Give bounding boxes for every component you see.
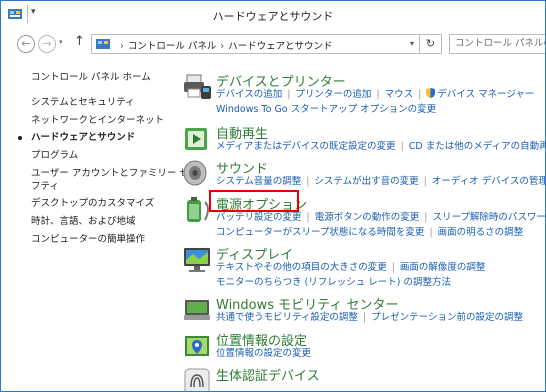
mouse-link[interactable]: マウス [385, 89, 414, 100]
sidebar-item-network[interactable]: ネットワークとインターネット [31, 114, 164, 127]
add-device-link[interactable]: デバイスの追加 [216, 89, 282, 100]
speaker-icon[interactable] [181, 158, 213, 190]
change-system-sounds-link[interactable]: システムが出す音の変更 [314, 176, 418, 187]
address-bar[interactable]: › コントロール パネル › ハードウェアとサウンド ▾ [91, 34, 420, 54]
control-panel-window: ▾ ハードウェアとサウンド ← → ▾ ↑ › コントロール パネル › ハードウェア… [0, 0, 546, 392]
monitor-icon[interactable] [181, 244, 213, 276]
address-dropdown-icon[interactable]: ▾ [410, 39, 414, 48]
sidebar-item-desktop[interactable]: デスクトップのカスタマイズ [31, 197, 154, 210]
wake-password-link[interactable]: スリープ解除時のパスワードの要求 [432, 212, 545, 223]
search-input[interactable]: コントロール パネルの検索 [449, 34, 545, 54]
device-manager-link[interactable]: デバイス マネージャー [437, 89, 534, 100]
mobility-center-icon[interactable] [181, 294, 213, 326]
change-location-settings-link[interactable]: 位置情報の設定の変更 [216, 348, 311, 359]
breadcrumb: › コントロール パネル › ハードウェアとサウンド [116, 38, 332, 52]
sleep-time-link[interactable]: コンピューターがスリープ状態になる時間を変更 [216, 227, 424, 238]
mobility-links: 共通で使うモビリティ設定の調整 | プレゼンテーション前の設定の調整 [216, 312, 523, 323]
sound-links: システム音量の調整 | システムが出す音の変更 | オーディオ デバイスの管理 [216, 176, 546, 187]
devices-links: デバイスの追加 | プリンターの追加 | マウス | デバイス マネージャー Windows… [216, 88, 535, 115]
manage-audio-devices-link[interactable]: オーディオ デバイスの管理 [432, 176, 545, 187]
breadcrumb-hardware-sound[interactable]: ハードウェアとサウンド [228, 41, 332, 52]
navigation-bar: ← → ▾ ↑ › コントロール パネル › ハードウェアとサウンド ▾ ↻ コントロ… [1, 29, 545, 59]
power-button-link[interactable]: 電源ボタンの動作の変更 [315, 212, 420, 223]
sidebar-item-system-security[interactable]: システムとセキュリティ [31, 96, 135, 109]
location-links: 位置情報の設定の変更 [216, 347, 545, 362]
sidebar-item-home[interactable]: コントロール パネル ホーム [31, 69, 151, 83]
cd-autoplay-link[interactable]: CD または他のメディアの自動再生 [409, 141, 545, 152]
screen-resolution-link[interactable]: 画面の解像度の調整 [400, 262, 486, 273]
adjust-volume-link[interactable]: システム音量の調整 [216, 176, 301, 187]
refresh-rate-link[interactable]: モニターのちらつき (リフレッシュ レート) の調整方法 [216, 277, 451, 288]
forward-button[interactable]: → [38, 35, 56, 53]
location-icon[interactable] [181, 330, 213, 362]
back-button[interactable]: ← [17, 35, 35, 53]
sidebar-item-clock-language[interactable]: 時計、言語、および地域 [31, 215, 136, 228]
uac-shield-icon [426, 88, 436, 98]
biometric-devices-title[interactable]: 生体認証デバイス [216, 365, 320, 384]
presentation-settings-link[interactable]: プレゼンテーション前の設定の調整 [371, 312, 523, 323]
breadcrumb-control-panel[interactable]: コントロール パネル [128, 41, 217, 52]
refresh-button[interactable]: ↻ [420, 34, 442, 54]
display-links: テキストやその他の項目の大きさの変更 | 画面の解像度の調整 モニターのちらつき (… [216, 262, 486, 288]
recent-locations-icon[interactable]: ▾ [59, 38, 63, 46]
fingerprint-icon[interactable] [181, 365, 213, 392]
up-button[interactable]: ↑ [74, 34, 85, 49]
control-panel-location-icon [96, 39, 110, 49]
sidebar-item-hardware-sound[interactable]: ハードウェアとサウンド [31, 131, 135, 144]
change-default-media-link[interactable]: メディアまたはデバイスの既定設定の変更 [216, 141, 396, 152]
sidebar-item-programs[interactable]: プログラム [31, 149, 78, 162]
sidebar-item-user-accounts-cont[interactable]: フティ [31, 180, 59, 193]
windows-to-go-link[interactable]: Windows To Go スタートアップ オプションの変更 [216, 104, 436, 115]
sidebar-item-ease-of-access[interactable]: コンピューターの簡単操作 [31, 233, 145, 246]
brightness-link[interactable]: 画面の明るさの調整 [438, 227, 524, 238]
printer-icon[interactable] [181, 71, 213, 103]
battery-settings-link[interactable]: バッテリ設定の変更 [216, 212, 302, 223]
crumb-separator-icon: › [120, 41, 124, 52]
mobility-settings-link[interactable]: 共通で使うモビリティ設定の調整 [216, 312, 358, 323]
sidebar-item-user-accounts[interactable]: ユーザー アカウントとファミリー セー [31, 167, 198, 180]
text-size-link[interactable]: テキストやその他の項目の大きさの変更 [216, 262, 387, 273]
add-printer-link[interactable]: プリンターの追加 [295, 89, 371, 100]
active-bullet-icon [18, 136, 22, 140]
title-bar: ▾ ハードウェアとサウンド [1, 1, 545, 29]
window-title: ハードウェアとサウンド [212, 10, 334, 23]
autoplay-links: メディアまたはデバイスの既定設定の変更 | CD または他のメディアの自動再生 [216, 140, 545, 155]
power-links: バッテリ設定の変更|電源ボタンの動作の変更|スリープ解除時のパスワードの要求 コ… [216, 211, 545, 240]
power-options-highlight [209, 190, 299, 212]
autoplay-icon[interactable] [181, 123, 213, 155]
crumb-separator-icon: › [220, 41, 225, 52]
